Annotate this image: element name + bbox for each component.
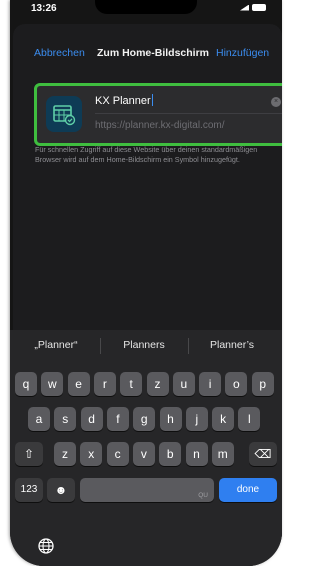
add-button[interactable]: Hinzufügen	[216, 47, 269, 59]
bookmark-card: KX Planner × https://planner.kx-digital.…	[34, 83, 282, 146]
sheet-title: Zum Home-Bildschirm	[97, 47, 210, 59]
key-n-row3[interactable]: n	[185, 442, 208, 466]
globe-icon[interactable]	[37, 537, 55, 560]
key-t[interactable]: t	[120, 372, 143, 396]
delete-key[interactable]: ⌫	[249, 442, 277, 466]
status-time: 13:26	[31, 3, 57, 14]
suggestion-item[interactable]: Planners	[101, 339, 187, 351]
cancel-button[interactable]: Abbrechen	[34, 47, 85, 59]
signal-icon	[240, 4, 249, 11]
key-d[interactable]: d	[80, 407, 103, 431]
key-m-row3[interactable]: m	[211, 442, 234, 466]
key-i[interactable]: i	[199, 372, 222, 396]
key-h[interactable]: h	[159, 407, 182, 431]
done-button[interactable]: done	[219, 478, 277, 502]
key-z-row3[interactable]: z	[54, 442, 76, 466]
key-b-row3[interactable]: b	[159, 442, 182, 466]
text-caret	[151, 94, 153, 106]
key-q[interactable]: q	[15, 372, 37, 396]
key-e[interactable]: e	[67, 372, 90, 396]
numbers-key[interactable]: 123	[15, 478, 43, 502]
key-p[interactable]: p	[251, 372, 274, 396]
suggestion-item[interactable]: „Planner“	[13, 339, 99, 351]
key-o[interactable]: o	[225, 372, 248, 396]
keyboard: „Planner“ Planners Planner’s qwertzuiopasd…	[10, 330, 282, 566]
card-divider	[95, 113, 282, 114]
site-url: https://planner.kx-digital.com/	[95, 120, 225, 131]
status-bar: 13:26	[10, 0, 282, 18]
key-s[interactable]: s	[54, 407, 77, 431]
status-icons	[240, 4, 266, 11]
key-r[interactable]: r	[93, 372, 116, 396]
clear-icon[interactable]: ×	[271, 97, 281, 107]
space-bar[interactable]: QU	[80, 478, 214, 502]
notch	[95, 0, 197, 14]
key-c-row3[interactable]: c	[106, 442, 129, 466]
key-j[interactable]: j	[185, 407, 208, 431]
suggestion-divider	[100, 338, 101, 354]
emoji-key[interactable]: ☻	[47, 478, 75, 502]
hint-text: Für schnellen Zugriff auf diese Website …	[35, 145, 258, 164]
key-k[interactable]: k	[212, 407, 235, 431]
app-name-input[interactable]: KX Planner	[95, 94, 153, 107]
key-w[interactable]: w	[41, 372, 64, 396]
battery-icon	[252, 4, 266, 11]
phone-frame: 13:26 Abbrechen Zum Home-Bildschirm Hinz…	[10, 0, 282, 566]
key-v-row3[interactable]: v	[132, 442, 155, 466]
suggestion-item[interactable]: Planner’s	[189, 339, 275, 351]
key-u[interactable]: u	[172, 372, 195, 396]
key-g[interactable]: g	[133, 407, 156, 431]
suggestion-divider	[188, 338, 189, 354]
suggestion-bar: „Planner“ Planners Planner’s	[13, 330, 279, 370]
key-l[interactable]: l	[238, 407, 261, 431]
shift-key[interactable]: ⇧	[15, 442, 43, 466]
key-a[interactable]: a	[28, 407, 50, 431]
nav-bar: Abbrechen Zum Home-Bildschirm Hinzufügen	[13, 24, 282, 60]
calendar-check-icon	[46, 96, 82, 132]
app-name-value: KX Planner	[95, 95, 151, 107]
key-z[interactable]: z	[146, 372, 169, 396]
key-x-row3[interactable]: x	[80, 442, 103, 466]
space-bar-label: QU	[198, 492, 208, 499]
key-f[interactable]: f	[106, 407, 129, 431]
